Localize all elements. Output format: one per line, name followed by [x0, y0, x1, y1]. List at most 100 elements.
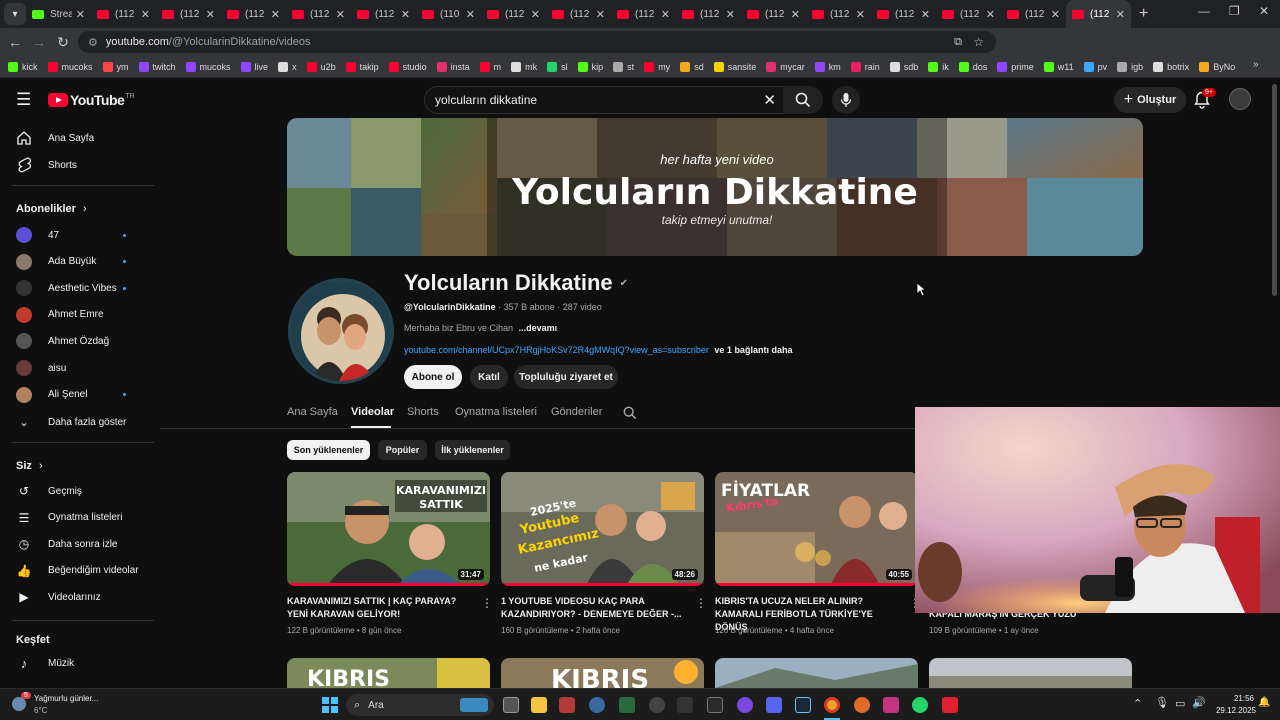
close-tab-icon[interactable]: ✕: [206, 8, 215, 21]
subscription-item[interactable]: Aesthetic Vibes: [16, 277, 146, 299]
bookmark-item[interactable]: insta: [436, 61, 470, 72]
volume-icon[interactable]: 🔊: [1192, 696, 1206, 709]
browser-tab[interactable]: (112 ✕: [611, 0, 676, 28]
close-tab-icon[interactable]: ✕: [661, 8, 670, 21]
close-tab-icon[interactable]: ✕: [531, 8, 540, 21]
browser-tab[interactable]: (112 ✕: [286, 0, 351, 28]
voice-search-button[interactable]: [832, 86, 860, 114]
video-thumbnail[interactable]: FİYATLAR Kıbrıs'ta 40:55: [715, 472, 918, 586]
video-title[interactable]: KARAVANIMIZI SATTIK | KAÇ PARAYA? YENİ K…: [287, 595, 477, 621]
bookmark-item[interactable]: x: [278, 61, 297, 72]
bookmark-item[interactable]: sansite: [713, 61, 756, 72]
bookmark-item[interactable]: prime: [997, 61, 1034, 72]
browser-tab[interactable]: (112 ✕: [806, 0, 871, 28]
bookmark-item[interactable]: m: [479, 61, 501, 72]
bookmark-item[interactable]: kick: [8, 61, 38, 72]
bookmark-item[interactable]: dos: [958, 61, 987, 72]
notification-center-icon[interactable]: 🔔: [1258, 697, 1270, 708]
bookmark-item[interactable]: pv: [1083, 61, 1107, 72]
browser-tab[interactable]: (112 ✕: [676, 0, 741, 28]
bookmark-item[interactable]: sdb: [889, 61, 918, 72]
bookmark-item[interactable]: mk: [511, 61, 537, 72]
bookmark-item[interactable]: studio: [388, 61, 427, 72]
tab-search-button[interactable]: ▾: [4, 3, 26, 25]
sidebar-item-you[interactable]: ↺ Geçmiş: [16, 480, 146, 502]
bookmark-item[interactable]: takip: [345, 61, 379, 72]
tab-videos[interactable]: Videolar: [351, 406, 394, 418]
bookmark-item[interactable]: twitch: [138, 61, 176, 72]
bookmark-item[interactable]: st: [613, 61, 634, 72]
bookmark-item[interactable]: my: [644, 61, 670, 72]
task-view-icon[interactable]: [503, 697, 519, 713]
sidebar-item-music[interactable]: ♪ Müzik: [16, 652, 146, 674]
close-tab-icon[interactable]: ✕: [1051, 8, 1060, 21]
close-tab-icon[interactable]: ✕: [401, 8, 410, 21]
site-info-icon[interactable]: ⚙: [88, 36, 98, 49]
bookmark-item[interactable]: sl: [547, 61, 568, 72]
settings-icon[interactable]: [589, 697, 605, 713]
video-thumbnail[interactable]: 2025'te Youtube Kazancımız ne kadar 48:2…: [501, 472, 704, 586]
chip-oldest[interactable]: İlk yüklenenler: [435, 440, 510, 460]
tab-playlists[interactable]: Oynatma listeleri: [455, 406, 537, 418]
browser-tab[interactable]: (112 ✕: [481, 0, 546, 28]
video-thumbnail[interactable]: KIBRIS: [501, 658, 704, 688]
app-icon[interactable]: [619, 697, 635, 713]
sidebar-item-home[interactable]: Ana Sayfa: [16, 127, 146, 149]
file-explorer-icon[interactable]: [531, 697, 547, 713]
join-button[interactable]: Katıl: [470, 365, 508, 389]
app-icon[interactable]: [707, 697, 723, 713]
bookmark-item[interactable]: sd: [680, 61, 704, 72]
clock-date[interactable]: 29.12.2025: [1208, 706, 1264, 715]
close-tab-icon[interactable]: ✕: [1116, 8, 1125, 21]
back-button[interactable]: ←: [3, 34, 27, 50]
close-tab-icon[interactable]: ✕: [336, 8, 345, 21]
browser-tab[interactable]: (112 ✕: [546, 0, 611, 28]
close-tab-icon[interactable]: ✕: [271, 8, 280, 21]
close-tab-icon[interactable]: ✕: [76, 8, 85, 21]
search-input[interactable]: yolcuların dikkatine ✕: [424, 86, 789, 114]
browser-tab[interactable]: (112 ✕: [1066, 0, 1131, 28]
discord-icon[interactable]: [766, 697, 782, 713]
close-tab-icon[interactable]: ✕: [466, 8, 475, 21]
channel-search-button[interactable]: [623, 406, 637, 425]
close-tab-icon[interactable]: ✕: [791, 8, 800, 21]
tray-mic-icon[interactable]: 🎙: [1155, 696, 1169, 709]
description-more-link[interactable]: ...devamı: [519, 323, 558, 333]
bookmark-item[interactable]: u2b: [306, 61, 336, 72]
browser-tab[interactable]: (112 ✕: [156, 0, 221, 28]
bookmark-item[interactable]: w11: [1043, 61, 1074, 72]
bookmark-item[interactable]: mucoks: [47, 61, 93, 72]
close-tab-icon[interactable]: ✕: [856, 8, 865, 21]
close-tab-icon[interactable]: ✕: [921, 8, 930, 21]
bookmark-item[interactable]: mycar: [766, 61, 805, 72]
bookmark-item[interactable]: kip: [577, 61, 603, 72]
subscription-item[interactable]: Ahmet Özdağ: [16, 330, 146, 352]
channel-description[interactable]: Merhaba biz Ebru ve Cihan ...devamı: [404, 323, 557, 333]
tab-posts[interactable]: Gönderiler: [551, 406, 602, 418]
install-app-icon[interactable]: ⧉: [954, 36, 962, 49]
browser-tab[interactable]: (112 ✕: [1001, 0, 1066, 28]
tab-home[interactable]: Ana Sayfa: [287, 406, 338, 418]
bookmark-item[interactable]: live: [240, 61, 268, 72]
browser-tab[interactable]: (112 ✕: [221, 0, 286, 28]
clear-search-icon[interactable]: ✕: [763, 91, 776, 109]
create-button[interactable]: + Oluştur: [1114, 87, 1186, 113]
video-thumbnail[interactable]: [715, 658, 918, 688]
app-icon[interactable]: [737, 697, 753, 713]
chip-popular[interactable]: Popüler: [378, 440, 427, 460]
video-thumbnail[interactable]: KARAVANIMIZI SATTIK 31:47: [287, 472, 490, 586]
subscriptions-heading[interactable]: Abonelikler ›: [16, 203, 87, 215]
firefox-icon[interactable]: [854, 697, 870, 713]
reload-button[interactable]: ↻: [51, 34, 75, 51]
subscription-item[interactable]: aisu: [16, 357, 146, 379]
browser-tab[interactable]: (112 ✕: [91, 0, 156, 28]
subscription-item[interactable]: Ada Büyük: [16, 251, 146, 273]
tray-chevron-up-icon[interactable]: ⌃: [1133, 697, 1142, 710]
browser-tab[interactable]: (112 ✕: [936, 0, 1001, 28]
taskbar-search[interactable]: ⌕ Ara: [346, 694, 494, 716]
new-tab-button[interactable]: +: [1139, 5, 1148, 23]
you-heading[interactable]: Siz ›: [16, 460, 43, 472]
close-tab-icon[interactable]: ✕: [596, 8, 605, 21]
subscribe-button[interactable]: Abone ol: [404, 365, 462, 389]
more-bookmarks-icon[interactable]: »: [1253, 59, 1259, 70]
